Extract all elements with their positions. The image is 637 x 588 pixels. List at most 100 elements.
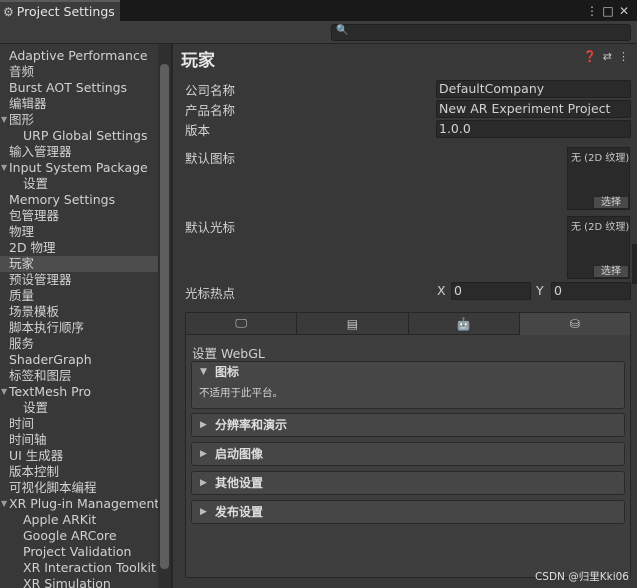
- platform-settings-label: 设置 WebGL: [192, 346, 265, 361]
- tab-webgl[interactable]: ⛁: [519, 313, 630, 335]
- sidebar-scrollbar-thumb[interactable]: [160, 64, 169, 569]
- sidebar-item-label: 质量: [9, 288, 35, 303]
- sidebar-item[interactable]: 服务: [0, 336, 158, 352]
- search-input[interactable]: 🔍: [331, 24, 631, 41]
- sidebar-item[interactable]: URP Global Settings: [0, 128, 158, 144]
- sidebar-item-label: 时间: [9, 416, 35, 431]
- default-cursor-label: 默认光标: [185, 220, 236, 235]
- sidebar-item[interactable]: 预设管理器: [0, 272, 158, 288]
- sidebar-item[interactable]: Apple ARKit: [0, 512, 158, 528]
- sidebar-item[interactable]: Burst AOT Settings: [0, 80, 158, 96]
- sidebar-item-label: 可视化脚本编程: [9, 480, 97, 495]
- sidebar-item[interactable]: Adaptive Performance: [0, 48, 158, 64]
- expand-caret-icon[interactable]: ▼: [1, 496, 7, 512]
- project-settings-tab[interactable]: ⚙ Project Settings: [0, 0, 120, 21]
- sidebar-item[interactable]: ▼ XR Plug-in Management: [0, 496, 159, 512]
- tab-server[interactable]: ▤: [297, 313, 409, 335]
- sidebar-item[interactable]: Google ARCore: [0, 528, 158, 544]
- default-icon-texture-slot[interactable]: 无 (2D 纹理) 选择: [567, 147, 630, 210]
- more-icon[interactable]: ⋮: [618, 50, 629, 63]
- sidebar-item[interactable]: 标签和图层: [0, 368, 158, 384]
- settings-sidebar: XR Simulation XR Interaction Toolkit Proje…: [0, 44, 172, 588]
- default-cursor-select-button[interactable]: 选择: [593, 265, 629, 278]
- sidebar-item-label: 包管理器: [9, 208, 60, 223]
- section-publishing[interactable]: ▶ 发布设置: [191, 500, 625, 524]
- hotspot-x-field[interactable]: 0: [451, 282, 531, 300]
- sidebar-item[interactable]: 设置: [0, 400, 158, 416]
- expand-caret-icon[interactable]: ▼: [1, 160, 7, 176]
- sidebar-item[interactable]: 版本控制: [0, 464, 158, 480]
- sidebar-item[interactable]: XR Simulation: [0, 576, 158, 588]
- player-settings-panel: 玩家 ❓ ⇄ ⋮ 公司名称 DefaultCompany 产品名称 New AR…: [173, 44, 637, 588]
- sidebar-item-label: XR Simulation: [23, 576, 111, 588]
- foldout-expanded-icon: ▼: [200, 367, 207, 377]
- sidebar-item[interactable]: Memory Settings: [0, 192, 158, 208]
- sidebar-item[interactable]: Project Validation: [0, 544, 158, 560]
- company-name-field[interactable]: DefaultCompany: [436, 80, 631, 98]
- android-icon: 🤖: [456, 316, 472, 331]
- foldout-collapsed-icon: ▶: [200, 478, 207, 488]
- sidebar-item[interactable]: ▼ 图形: [0, 112, 158, 128]
- window-title-bar: ⚙ Project Settings ⋮ □ ✕: [0, 0, 637, 21]
- tab-title: Project Settings: [16, 4, 115, 19]
- sidebar-item[interactable]: 玩家: [0, 256, 158, 272]
- sidebar-item[interactable]: 时间轴: [0, 432, 158, 448]
- sidebar-item[interactable]: 脚本执行顺序: [0, 320, 158, 336]
- sidebar-item-label: 场景模板: [9, 304, 60, 319]
- tab-android[interactable]: 🤖: [408, 313, 520, 335]
- sidebar-item[interactable]: 可视化脚本编程: [0, 480, 158, 496]
- gear-icon: ⚙: [3, 4, 14, 19]
- sidebar-item[interactable]: 编辑器: [0, 96, 158, 112]
- version-field[interactable]: 1.0.0: [436, 120, 631, 138]
- sidebar-item-label: 编辑器: [9, 96, 47, 111]
- sidebar-item[interactable]: 音频: [0, 64, 158, 80]
- section-icon[interactable]: ▼ 图标 不适用于此平台。: [191, 361, 625, 409]
- sidebar-item-label: Memory Settings: [9, 192, 116, 207]
- default-cursor-none-text: 无 (2D 纹理): [571, 222, 630, 233]
- section-splash[interactable]: ▶ 启动图像: [191, 442, 625, 466]
- sidebar-item[interactable]: ▼ Input System Package: [0, 160, 158, 176]
- sidebar-item[interactable]: ▼ TextMesh Pro: [0, 384, 158, 400]
- sidebar-item-label: 时间轴: [9, 432, 47, 447]
- close-icon[interactable]: ✕: [617, 0, 631, 21]
- sidebar-item-label: 图形: [9, 112, 35, 127]
- sidebar-item[interactable]: XR Interaction Toolkit: [0, 560, 158, 576]
- company-name-label: 公司名称: [185, 83, 236, 98]
- sidebar-item-label: 玩家: [9, 256, 35, 271]
- default-icon-select-button[interactable]: 选择: [593, 196, 629, 209]
- sidebar-item[interactable]: ShaderGraph: [0, 352, 158, 368]
- sidebar-item-label: 设置: [23, 400, 49, 415]
- sidebar-item[interactable]: 质量: [0, 288, 158, 304]
- more-options-icon[interactable]: ⋮: [585, 0, 599, 21]
- maximize-icon[interactable]: □: [601, 0, 615, 21]
- watermark: CSDN @归里Kki06: [534, 571, 629, 583]
- hotspot-y-field[interactable]: 0: [551, 282, 631, 300]
- desktop-icon: 🖵: [235, 316, 247, 330]
- expand-caret-icon[interactable]: ▼: [1, 384, 7, 400]
- sidebar-item[interactable]: 场景模板: [0, 304, 158, 320]
- foldout-collapsed-icon: ▶: [200, 449, 207, 459]
- section-other-title: 其他设置: [215, 476, 264, 490]
- section-icon-title: 图标: [215, 365, 240, 379]
- sidebar-item[interactable]: 物理: [0, 224, 158, 240]
- section-other[interactable]: ▶ 其他设置: [191, 471, 625, 495]
- default-icon-label: 默认图标: [185, 151, 236, 166]
- sidebar-item[interactable]: 设置: [0, 176, 158, 192]
- version-label: 版本: [185, 123, 211, 138]
- sidebar-item[interactable]: 输入管理器: [0, 144, 158, 160]
- section-resolution[interactable]: ▶ 分辨率和演示: [191, 413, 625, 437]
- help-icon[interactable]: ❓: [583, 50, 597, 63]
- sidebar-item[interactable]: 包管理器: [0, 208, 158, 224]
- tab-desktop[interactable]: 🖵: [186, 313, 298, 335]
- sidebar-item[interactable]: UI 生成器: [0, 448, 158, 464]
- sidebar-item-label: Apple ARKit: [23, 512, 97, 527]
- sidebar-item-label: URP Global Settings: [23, 128, 148, 143]
- expand-caret-icon[interactable]: ▼: [1, 112, 7, 128]
- product-name-field[interactable]: New AR Experiment Project: [436, 100, 631, 118]
- default-cursor-texture-slot[interactable]: 无 (2D 纹理) 选择: [567, 216, 630, 279]
- sidebar-item-label: UI 生成器: [9, 448, 64, 463]
- header-icons: ❓ ⇄ ⋮: [583, 50, 629, 63]
- sidebar-item[interactable]: 时间: [0, 416, 158, 432]
- preset-icon[interactable]: ⇄: [603, 50, 612, 63]
- sidebar-item[interactable]: 2D 物理: [0, 240, 158, 256]
